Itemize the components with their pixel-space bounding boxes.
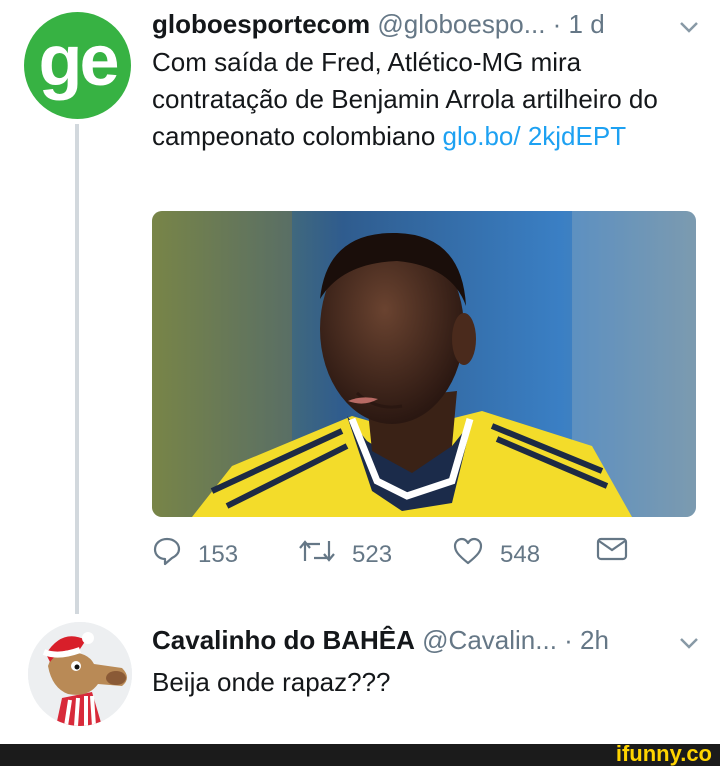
thread-line — [75, 124, 79, 614]
tweet1-author-name[interactable]: globoesportecom — [152, 9, 370, 39]
retweet-count: 523 — [352, 540, 393, 568]
tweet2-time[interactable]: · 2h — [564, 625, 609, 655]
tweet2-author-name[interactable]: Cavalinho do BAHÊA — [152, 625, 415, 655]
dm-button[interactable] — [596, 536, 628, 569]
tweet1-header: globoesportecom @globoespo... · 1 d — [152, 4, 605, 44]
like-icon — [452, 536, 484, 573]
tweet1-handle[interactable]: @globoespo... — [377, 9, 545, 39]
reply-button[interactable]: 153 — [152, 536, 238, 573]
like-button[interactable]: 548 — [452, 536, 540, 573]
avatar-logo-text: ge — [38, 20, 119, 101]
tweet1-text: Com saída de Fred, Atlético-MG mira cont… — [152, 44, 712, 155]
ifunny-watermark: ifunny.co — [615, 741, 712, 766]
tweet1-photo[interactable] — [152, 211, 696, 517]
like-count: 548 — [500, 540, 541, 568]
chevron-down-icon[interactable] — [678, 16, 700, 43]
avatar-cavalinho[interactable] — [28, 622, 132, 726]
retweet-icon — [298, 536, 336, 573]
reply-count: 153 — [198, 540, 239, 568]
dm-icon — [596, 536, 628, 569]
reply-icon — [152, 536, 182, 573]
tweet2-header: Cavalinho do BAHÊA @Cavalin... · 2h — [152, 620, 609, 660]
retweet-button[interactable]: 523 — [298, 536, 392, 573]
tweet2-handle[interactable]: @Cavalin... — [422, 625, 557, 655]
tweet1-time[interactable]: · 1 d — [553, 9, 605, 39]
tweet1-actions: 153 523 548 — [152, 536, 672, 580]
watermark-bar: ifunny.co — [0, 741, 720, 766]
avatar-globoesporte[interactable]: ge — [24, 12, 131, 119]
tweet2-text: Beija onde rapaz??? — [152, 667, 391, 697]
tweet1-link[interactable]: glo.bo/ 2kjdEPT — [443, 121, 627, 151]
chevron-down-icon[interactable] — [678, 632, 700, 659]
